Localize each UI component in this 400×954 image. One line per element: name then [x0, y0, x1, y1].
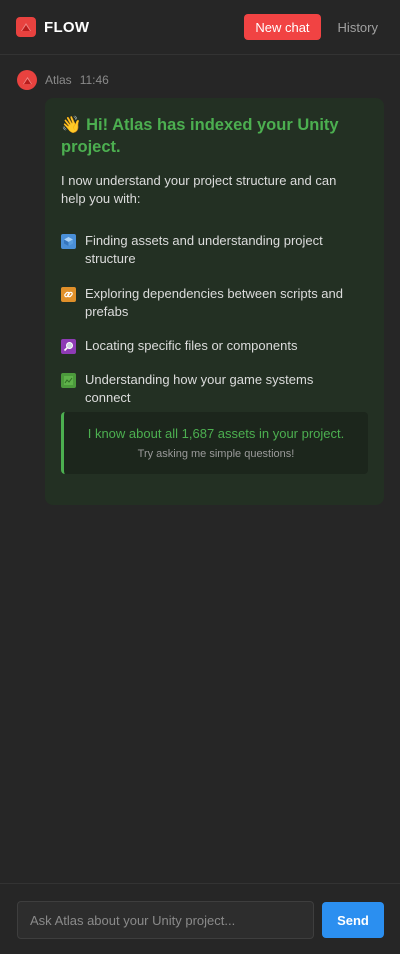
history-link[interactable]: History	[338, 20, 378, 35]
message-composer: Send	[0, 883, 400, 954]
feature-item: Locating specific files or components	[61, 337, 361, 355]
feature-label: Locating specific files or components	[85, 338, 298, 353]
flow-logo-icon	[16, 17, 36, 37]
feature-label: Finding assets and understanding project…	[85, 233, 323, 266]
intro-text: I now understand your project structure …	[61, 173, 337, 206]
map-icon	[61, 373, 76, 388]
feature-item: Finding assets and understanding project…	[61, 232, 361, 268]
cube-icon	[61, 234, 76, 249]
new-chat-button[interactable]: New chat	[244, 14, 321, 40]
sender-name: Atlas	[45, 73, 72, 87]
chat-input[interactable]	[17, 901, 314, 939]
send-button[interactable]: Send	[322, 902, 384, 938]
assistant-message-bubble: 👋 Hi! Atlas has indexed your Unity proje…	[45, 98, 384, 505]
message-meta: Atlas 11:46	[17, 70, 109, 90]
greeting-heading: 👋 Hi! Atlas has indexed your Unity proje…	[61, 114, 361, 158]
greeting-text: Hi! Atlas has indexed your Unity project…	[61, 116, 339, 156]
app-title: FLOW	[44, 18, 90, 36]
feature-label: Exploring dependencies between scripts a…	[85, 286, 344, 319]
callout-main-text: I know about all 1,687 assets in your pr…	[87, 426, 345, 441]
asset-count-callout: I know about all 1,687 assets in your pr…	[61, 412, 368, 474]
feature-item: Exploring dependencies between scripts a…	[61, 285, 361, 321]
magnifier-icon	[61, 339, 76, 354]
header-bar: FLOW New chat History	[0, 0, 400, 55]
chat-app: FLOW New chat History Atlas 11:46 👋 Hi! …	[0, 0, 400, 954]
waving-hand-icon: 👋	[61, 116, 82, 134]
link-icon	[61, 287, 76, 302]
atlas-avatar	[17, 70, 37, 90]
feature-label: Understanding how your game systems conn…	[85, 372, 314, 405]
callout-sub-text: Try asking me simple questions!	[137, 448, 295, 460]
feature-item: Understanding how your game systems conn…	[61, 371, 361, 407]
message-timestamp: 11:46	[79, 73, 109, 87]
